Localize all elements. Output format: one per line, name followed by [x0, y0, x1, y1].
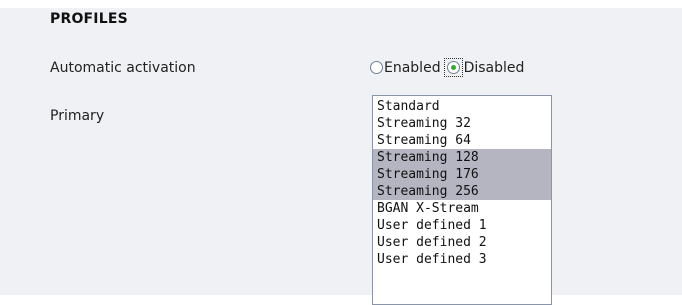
- listbox-option-streaming-64[interactable]: Streaming 64: [373, 132, 551, 149]
- listbox-option-user-defined-3[interactable]: User defined 3: [373, 251, 551, 268]
- primary-label: Primary: [50, 108, 105, 124]
- listbox-option-streaming-32[interactable]: Streaming 32: [373, 115, 551, 132]
- profiles-panel: PROFILES Automatic activation Enabled Di…: [0, 8, 682, 305]
- enabled-radio[interactable]: [370, 61, 383, 74]
- enabled-radio-label[interactable]: Enabled: [384, 60, 441, 76]
- listbox-option-bgan-x-stream[interactable]: BGAN X-Stream: [373, 200, 551, 217]
- listbox-option-user-defined-2[interactable]: User defined 2: [373, 234, 551, 251]
- listbox-option-standard[interactable]: Standard: [373, 98, 551, 115]
- listbox-option-streaming-128[interactable]: Streaming 128: [373, 149, 551, 166]
- automatic-activation-label: Automatic activation: [50, 60, 196, 76]
- disabled-radio-focus-ring: [443, 58, 463, 77]
- primary-profile-listbox[interactable]: Standard Streaming 32 Streaming 64 Strea…: [372, 95, 552, 305]
- disabled-radio[interactable]: [446, 61, 460, 74]
- automatic-activation-radio-group: Enabled Disabled: [370, 58, 524, 77]
- disabled-radio-label[interactable]: Disabled: [464, 60, 525, 76]
- listbox-option-streaming-176[interactable]: Streaming 176: [373, 166, 551, 183]
- section-title: PROFILES: [50, 11, 128, 27]
- listbox-option-user-defined-1[interactable]: User defined 1: [373, 217, 551, 234]
- listbox-option-streaming-256[interactable]: Streaming 256: [373, 183, 551, 200]
